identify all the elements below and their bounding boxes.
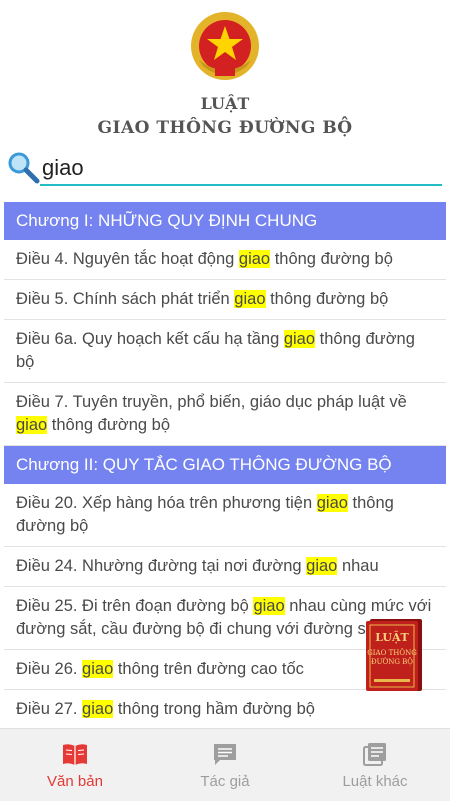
search-input[interactable] — [40, 152, 442, 186]
article-item[interactable]: Điều 24. Nhường đường tại nơi đường giao… — [4, 547, 446, 587]
chat-icon — [214, 744, 236, 765]
article-text: Điều 27. — [16, 700, 83, 718]
article-text: Điều 4. Nguyên tắc hoạt động — [16, 250, 239, 268]
national-emblem-icon — [191, 12, 259, 80]
article-text: Điều 26. — [16, 660, 83, 678]
article-text: thông trong hầm đường bộ — [113, 700, 315, 718]
chapter-header[interactable]: Chương I: NHỮNG QUY ĐỊNH CHUNG — [4, 202, 446, 240]
search-highlight: giao — [234, 290, 266, 308]
nav-luat-khac[interactable]: Luật khác — [300, 729, 450, 801]
search-highlight: giao — [82, 700, 114, 718]
article-text: Điều 24. Nhường đường tại nơi đường — [16, 557, 307, 575]
chapter-header[interactable]: Chương II: QUY TẮC GIAO THÔNG ĐƯỜNG BỘ — [4, 446, 446, 484]
article-item[interactable]: Điều 20. Xếp hàng hóa trên phương tiện g… — [4, 484, 446, 547]
article-text: Điều 7. Tuyên truyền, phổ biến, giáo dục… — [16, 393, 407, 411]
nav-label-tac-gia: Tác giả — [200, 773, 250, 790]
nav-tac-gia[interactable]: Tác giả — [150, 729, 300, 801]
article-text: Điều 6a. Quy hoạch kết cấu hạ tầng — [16, 330, 284, 348]
nav-van-ban[interactable]: Văn bản — [0, 729, 150, 801]
article-text: thông đường bộ — [270, 250, 393, 268]
book-line-2: GIAO THÔNG — [367, 648, 417, 657]
article-text: nhau — [337, 557, 379, 575]
article-text: thông trên đường cao tốc — [113, 660, 304, 678]
article-item[interactable]: Điều 4. Nguyên tắc hoạt động giao thông … — [4, 240, 446, 280]
title-line-2: GIAO THÔNG ĐƯỜNG BỘ — [97, 118, 353, 138]
article-text: Điều 20. Xếp hàng hóa trên phương tiện — [16, 494, 317, 512]
article-item[interactable]: Điều 5. Chính sách phát triển giao thông… — [4, 280, 446, 320]
app-header: LUẬT GIAO THÔNG ĐƯỜNG BỘ — [0, 0, 450, 150]
article-item[interactable]: Điều 7. Tuyên truyền, phổ biến, giáo dục… — [4, 383, 446, 446]
search-highlight: giao — [82, 660, 114, 678]
law-book-icon[interactable]: LUẬT GIAO THÔNG ĐƯỜNG BỘ — [366, 617, 424, 693]
article-item[interactable]: Điều 27. giao thông trong hầm đường bộ — [4, 690, 446, 726]
search-icon[interactable] — [6, 150, 40, 184]
search-highlight: giao — [253, 597, 285, 615]
article-text: Điều 5. Chính sách phát triển — [16, 290, 235, 308]
book-open-icon — [63, 744, 87, 765]
search-highlight: giao — [238, 250, 271, 268]
search-highlight: giao — [283, 330, 316, 348]
article-item[interactable]: Điều 6a. Quy hoạch kết cấu hạ tầng giao … — [4, 320, 446, 383]
book-line-3: ĐƯỜNG BỘ — [371, 657, 413, 666]
title-line-1: LUẬT — [200, 94, 250, 113]
search-highlight: giao — [316, 494, 348, 512]
nav-label-van-ban: Văn bản — [47, 773, 103, 790]
article-text: thông đường bộ — [47, 416, 170, 434]
article-text: Điều 25. Đi trên đoạn đường bộ — [16, 597, 254, 615]
search-highlight: giao — [306, 557, 338, 575]
nav-label-luat-khac: Luật khác — [342, 773, 408, 790]
book-line-1: LUẬT — [375, 630, 409, 644]
search-highlight: giao — [16, 416, 48, 434]
document-stack-icon — [363, 743, 386, 766]
article-text: thông đường bộ — [265, 290, 389, 308]
bottom-navigation: Văn bản Tác giả Luật khác — [0, 728, 450, 801]
